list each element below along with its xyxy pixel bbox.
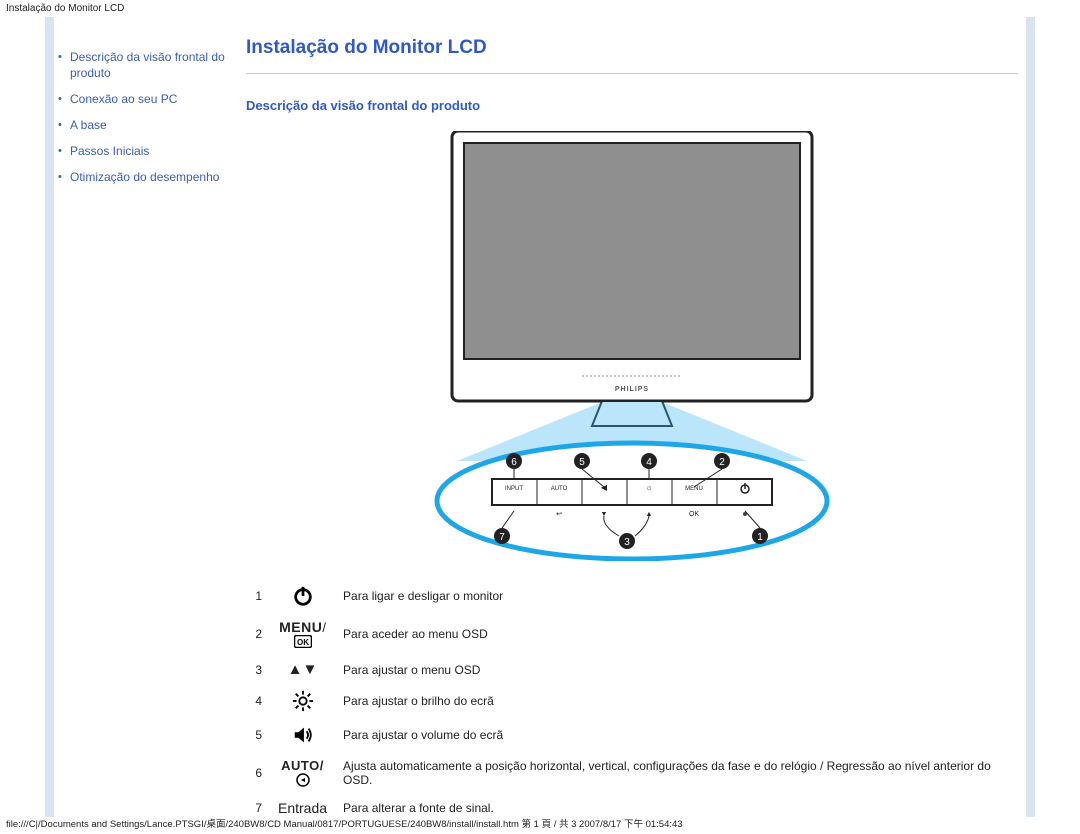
svg-text:2: 2	[719, 457, 725, 468]
svg-text:7: 7	[499, 532, 505, 543]
menu-ok-icon: MENU/OK	[270, 613, 335, 655]
divider	[246, 73, 1018, 74]
section-heading: Descrição da visão frontal do produto	[246, 98, 1018, 113]
table-row: 4 Para ajustar o brilho do ecrã	[246, 684, 1018, 718]
svg-text:OK: OK	[297, 638, 309, 647]
figure-container: PHILIPS	[246, 131, 1018, 561]
svg-text:☼: ☼	[645, 483, 652, 492]
sidebar-item[interactable]: • Descrição da visão frontal do produto	[58, 49, 240, 81]
table-row: 1 Para ligar e desligar o monitor	[246, 579, 1018, 613]
sidebar-link[interactable]: Otimização do desempenho	[70, 169, 219, 185]
bullet-icon: •	[58, 117, 70, 133]
page-body: • Descrição da visão frontal do produto …	[0, 17, 1080, 817]
svg-text:5: 5	[579, 457, 585, 468]
brand-label: PHILIPS	[615, 386, 649, 393]
legend-num: 1	[246, 579, 270, 613]
svg-text:↩: ↩	[556, 511, 562, 518]
svg-text:AUTO: AUTO	[551, 486, 568, 492]
svg-text:1: 1	[757, 532, 763, 543]
decor-bar-right	[1026, 17, 1035, 817]
svg-text:INPUT: INPUT	[505, 486, 523, 492]
sidebar-item[interactable]: • Passos Iniciais	[58, 143, 240, 159]
monitor-svg: PHILIPS	[422, 131, 842, 561]
bullet-icon: •	[58, 49, 70, 65]
brightness-icon	[270, 684, 335, 718]
legend-num: 6	[246, 752, 270, 794]
page-title: Instalação do Monitor LCD	[246, 37, 1018, 59]
legend-wrap: 1 Para ligar e desligar o monitor 2 MENU…	[246, 579, 1018, 822]
volume-icon	[270, 718, 335, 752]
table-row: 2 MENU/OK Para aceder ao menu OSD	[246, 613, 1018, 655]
bullet-icon: •	[58, 91, 70, 107]
sidebar-nav: • Descrição da visão frontal do produto …	[58, 27, 246, 822]
power-icon	[270, 579, 335, 613]
svg-text:6: 6	[511, 457, 517, 468]
sidebar-link[interactable]: Descrição da visão frontal do produto	[70, 49, 240, 81]
legend-desc: Ajusta automaticamente a posição horizon…	[335, 752, 1018, 794]
decor-bar-left	[45, 17, 54, 817]
legend-desc: Para ajustar o menu OSD	[335, 655, 1018, 684]
svg-text:◀: ◀	[601, 483, 608, 492]
legend-num: 2	[246, 613, 270, 655]
monitor-figure: PHILIPS	[422, 131, 842, 561]
main-column: Instalação do Monitor LCD Descrição da v…	[246, 27, 1022, 822]
up-down-icon: ▲▼	[270, 655, 335, 684]
table-row: 6 AUTO/ Ajusta automaticamente a posição…	[246, 752, 1018, 794]
content-area: • Descrição da visão frontal do produto …	[58, 17, 1022, 817]
window-title: Instalação do Monitor LCD	[0, 0, 1080, 17]
legend-num: 3	[246, 655, 270, 684]
table-row: 3 ▲▼ Para ajustar o menu OSD	[246, 655, 1018, 684]
sidebar-item[interactable]: • Otimização do desempenho	[58, 169, 240, 185]
svg-text:4: 4	[646, 457, 652, 468]
legend-desc: Para aceder ao menu OSD	[335, 613, 1018, 655]
footer-path: file:///C|/Documents and Settings/Lance.…	[6, 816, 1074, 830]
legend-desc: Para ajustar o volume do ecrã	[335, 718, 1018, 752]
sidebar-link[interactable]: Passos Iniciais	[70, 143, 149, 159]
legend-table: 1 Para ligar e desligar o monitor 2 MENU…	[246, 579, 1018, 822]
svg-text:3: 3	[624, 537, 630, 548]
legend-num: 4	[246, 684, 270, 718]
bullet-icon: •	[58, 143, 70, 159]
sidebar-item[interactable]: • Conexão ao seu PC	[58, 91, 240, 107]
sidebar-item[interactable]: • A base	[58, 117, 240, 133]
table-row: 5 Para ajustar o volume do ecrã	[246, 718, 1018, 752]
legend-desc: Para ligar e desligar o monitor	[335, 579, 1018, 613]
legend-desc: Para ajustar o brilho do ecrã	[335, 684, 1018, 718]
sidebar-link[interactable]: Conexão ao seu PC	[70, 91, 177, 107]
sidebar-link[interactable]: A base	[70, 117, 107, 133]
svg-text:OK: OK	[689, 511, 699, 518]
legend-num: 5	[246, 718, 270, 752]
bullet-icon: •	[58, 169, 70, 185]
auto-back-icon: AUTO/	[270, 752, 335, 794]
